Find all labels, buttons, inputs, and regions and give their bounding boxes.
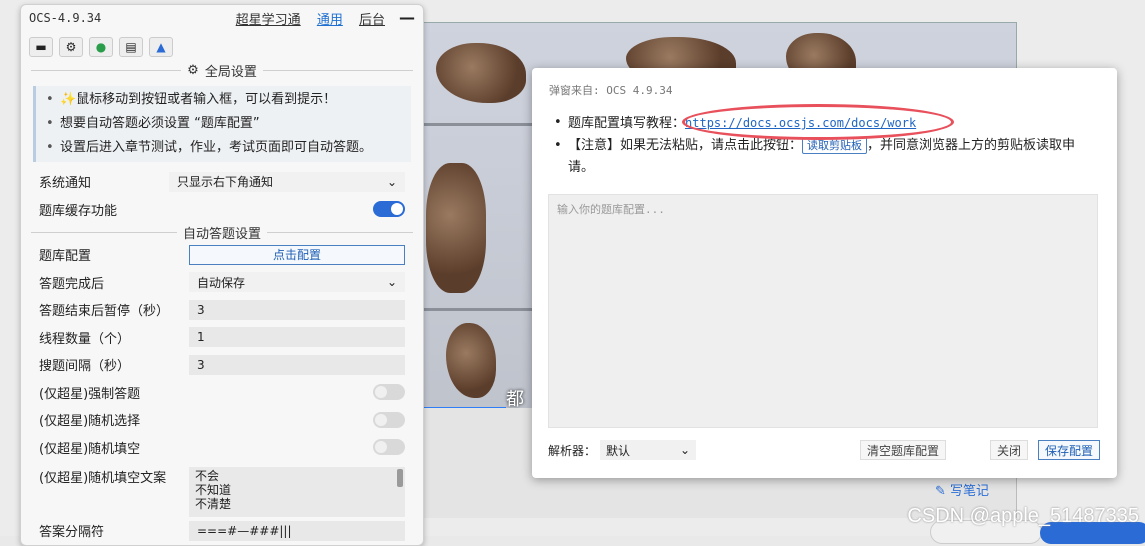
after-row: 答题完成后 自动保存 ⌄	[21, 269, 423, 297]
tip-item: 设置后进入章节测试，作业，考试页面即可自动答题。	[46, 136, 411, 160]
notify-label: 系统通知	[39, 176, 92, 192]
bank-config-input[interactable]: 输入你的题库配置...	[548, 194, 1098, 428]
modal-instructions: 题库配置填写教程：https://docs.ocsjs.com/docs/wor…	[554, 112, 1099, 179]
chevron-down-icon: ⌄	[386, 275, 397, 290]
random-text-line: 不知道	[195, 483, 232, 497]
ocs-panel: OCS-4.9.34 超星学习通 通用 后台 — ▬ ⚙ ● ▤ ▲ ⚙ 全局设…	[20, 4, 424, 546]
bank-row: 题库配置 点击配置	[21, 241, 423, 269]
random-fill-label: (仅超星)随机填空	[39, 441, 141, 457]
app-icon[interactable]: ▲	[149, 37, 173, 57]
bank-config-modal: 弹窗来自: OCS 4.9.34 题库配置填写教程：https://docs.o…	[532, 68, 1117, 478]
parser-value: 默认	[606, 443, 631, 458]
nav-chaoxing[interactable]: 超星学习通	[236, 13, 301, 28]
settings-gear-icon: ⚙	[187, 63, 199, 78]
app-glyph: ▲	[156, 40, 166, 54]
globe-glyph: ●	[95, 40, 107, 54]
force-toggle[interactable]	[373, 384, 405, 401]
separator-row: 答案分隔符 ===#—###|||	[21, 517, 423, 545]
cache-row: 题库缓存功能	[21, 196, 423, 224]
threads-label: 线程数量（个）	[39, 331, 131, 347]
watermark: CSDN @apple_51487335	[907, 505, 1139, 527]
monitor-icon[interactable]: ▬	[29, 37, 53, 57]
random-fill-toggle[interactable]	[373, 439, 405, 456]
after-label: 答题完成后	[39, 276, 105, 292]
gear-icon[interactable]: ⚙	[59, 37, 83, 57]
modal-footer: 解析器： 默认 ⌄ 清空题库配置 关闭 保存配置	[548, 440, 1100, 460]
random-select-label: (仅超星)随机选择	[39, 414, 141, 430]
global-settings-title: ⚙ 全局设置	[31, 61, 413, 80]
separator-label: 答案分隔符	[39, 525, 105, 541]
video-caption: 都	[506, 389, 524, 410]
read-clipboard-button[interactable]: 读取剪贴板	[802, 137, 868, 154]
chevron-down-icon: ⌄	[679, 443, 691, 457]
tutorial-item: 题库配置填写教程：https://docs.ocsjs.com/docs/wor…	[554, 112, 1099, 135]
auto-answer-section-title: 自动答题设置	[31, 223, 413, 242]
cache-toggle[interactable]	[373, 201, 405, 218]
panel-title: OCS-4.9.34	[29, 11, 102, 25]
auto-answer-label: 自动答题设置	[183, 226, 262, 242]
save-config-button[interactable]: 保存配置	[1037, 440, 1100, 460]
notice-item: 【注意】如果无法粘贴，请点击此按钮：读取剪贴板，并同意浏览器上方的剪贴板读取申请…	[554, 135, 1099, 179]
document-glyph: ▤	[125, 40, 137, 54]
statue-ox	[436, 43, 526, 103]
monitor-glyph: ▬	[35, 40, 47, 54]
document-icon[interactable]: ▤	[119, 37, 143, 57]
parser-select[interactable]: 默认 ⌄	[600, 440, 697, 460]
globe-icon[interactable]: ●	[89, 37, 113, 57]
configure-bank-button[interactable]: 点击配置	[189, 244, 405, 265]
tip-item: 想要自动答题必须设置 “题库配置”	[46, 112, 411, 136]
nav-general[interactable]: 通用	[317, 13, 343, 28]
pause-input[interactable]: 3	[189, 299, 405, 320]
random-text-line: 不清楚	[195, 497, 232, 511]
gear-glyph: ⚙	[65, 40, 77, 54]
panel-nav: 超星学习通 通用 后台	[224, 9, 385, 28]
random-text-area[interactable]: 不会 不知道 不清楚	[189, 467, 405, 517]
notify-row: 系统通知 只显示右下角通知 ⌄	[21, 168, 423, 196]
parser-label: 解析器：	[548, 443, 597, 458]
threads-row: 线程数量（个） 1	[21, 324, 423, 352]
panel-header[interactable]: OCS-4.9.34 超星学习通 通用 后台 —	[21, 5, 423, 31]
force-row: (仅超星)强制答题	[21, 379, 423, 407]
random-text-label: (仅超星)随机填空文案	[39, 471, 167, 486]
interval-row: 搜题间隔（秒） 3	[21, 351, 423, 379]
interval-input[interactable]: 3	[189, 354, 405, 375]
nav-backend[interactable]: 后台	[359, 13, 385, 28]
interval-label: 搜题间隔（秒）	[39, 359, 131, 375]
tips-box: ✨鼠标移动到按钮或者输入框，可以看到提示！ 想要自动答题必须设置 “题库配置” …	[33, 86, 411, 162]
separator-input[interactable]: ===#—###|||	[189, 520, 405, 541]
random-select-row: (仅超星)随机选择	[21, 406, 423, 434]
chevron-down-icon: ⌄	[386, 174, 397, 189]
write-note-link[interactable]: ✎ 写笔记	[935, 480, 989, 499]
pause-row: 答题结束后暂停（秒） 3	[21, 296, 423, 324]
notify-value: 只显示右下角通知	[177, 175, 274, 190]
random-select-toggle[interactable]	[373, 411, 405, 428]
tutorial-link[interactable]: https://docs.ocsjs.com/docs/work	[685, 116, 916, 130]
cache-label: 题库缓存功能	[39, 203, 118, 219]
random-text-row: (仅超星)随机填空文案 不会 不知道 不清楚	[21, 461, 423, 517]
close-button[interactable]: 关闭	[989, 440, 1028, 460]
pause-label: 答题结束后暂停（秒）	[39, 304, 170, 320]
random-fill-row: (仅超星)随机填空	[21, 434, 423, 462]
write-note-label: 写笔记	[950, 484, 990, 499]
clear-config-button[interactable]: 清空题库配置	[859, 440, 946, 460]
minimize-button[interactable]: —	[399, 10, 415, 26]
force-label: (仅超星)强制答题	[39, 386, 141, 402]
tutorial-prefix: 题库配置填写教程：	[568, 116, 686, 131]
global-settings-label: 全局设置	[204, 65, 257, 80]
modal-source: 弹窗来自: OCS 4.9.34	[549, 84, 673, 97]
notice-prefix: 【注意】如果无法粘贴，请点击此按钮：	[568, 138, 803, 153]
after-value: 自动保存	[197, 275, 246, 290]
statue-rat	[446, 323, 496, 398]
statue-snake	[426, 163, 486, 293]
notify-select[interactable]: 只显示右下角通知 ⌄	[169, 171, 405, 192]
threads-input[interactable]: 1	[189, 327, 405, 348]
bank-label: 题库配置	[39, 249, 92, 265]
random-text-line: 不会	[195, 469, 220, 483]
toolbar: ▬ ⚙ ● ▤ ▲	[21, 31, 423, 61]
scrollbar[interactable]	[397, 469, 403, 487]
tip-item: ✨鼠标移动到按钮或者输入框，可以看到提示！	[46, 88, 411, 112]
after-select[interactable]: 自动保存 ⌄	[189, 272, 405, 293]
